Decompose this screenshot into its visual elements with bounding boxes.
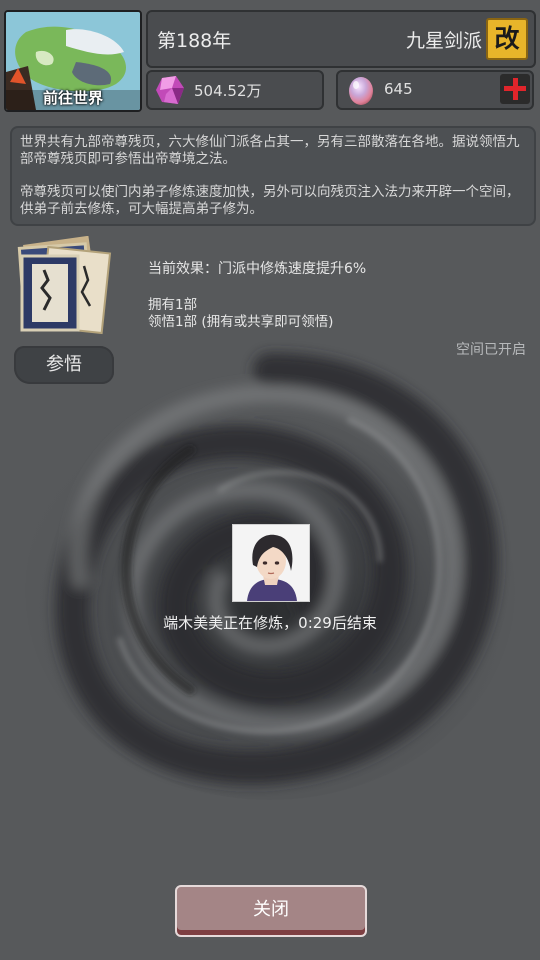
add-resource-button[interactable]	[500, 74, 530, 104]
ownership-info: 拥有1部 领悟1部 (拥有或共享即可领悟)	[148, 297, 333, 331]
red-plus-icon	[504, 78, 526, 100]
spirit-stone-resource: 504.52万	[146, 70, 324, 110]
comprehended-count: 领悟1部 (拥有或共享即可领悟)	[148, 314, 334, 330]
spirit-egg-resource: 645	[336, 70, 534, 110]
iridescent-egg-icon	[349, 77, 373, 105]
sect-name: 九星剑派	[405, 30, 482, 52]
description-panel: 世界共有九部帝尊残页，六大修仙门派各占其一，另有三部散落在各地。据说领悟九部帝尊…	[10, 126, 536, 226]
close-button[interactable]: 关闭	[175, 885, 367, 937]
description-paragraph-2: 帝尊残页可以使门内弟子修炼速度加快，另外可以向残页注入法力来开辟一个空间，供弟子…	[20, 184, 520, 217]
space-status: 空间已开启	[456, 342, 526, 358]
disciple-portrait-icon	[233, 525, 309, 601]
scripture-pages-icon	[17, 236, 112, 335]
current-effect: 当前效果：门派中修炼速度提升6%	[148, 261, 367, 277]
description-paragraph-1: 世界共有九部帝尊残页，六大修仙门派各占其一，另有三部散落在各地。据说领悟九部帝尊…	[20, 134, 520, 167]
pink-crystal-icon	[156, 76, 184, 104]
disciple-avatar[interactable]	[232, 524, 310, 602]
spirit-stone-value: 504.52万	[194, 82, 262, 100]
comprehend-button[interactable]: 参悟	[14, 346, 114, 384]
owned-count: 拥有1部	[148, 297, 198, 313]
go-to-world-button[interactable]: 前往世界	[4, 10, 142, 112]
sect-title-panel: 第188年 九星剑派 改	[146, 10, 536, 68]
spirit-egg-value: 645	[384, 80, 413, 98]
rename-button[interactable]: 改	[486, 18, 528, 60]
year-label: 第188年	[157, 30, 232, 52]
go-to-world-label: 前往世界	[42, 89, 103, 107]
cultivating-status: 端木美美正在修炼，0:29后结束	[163, 614, 377, 632]
